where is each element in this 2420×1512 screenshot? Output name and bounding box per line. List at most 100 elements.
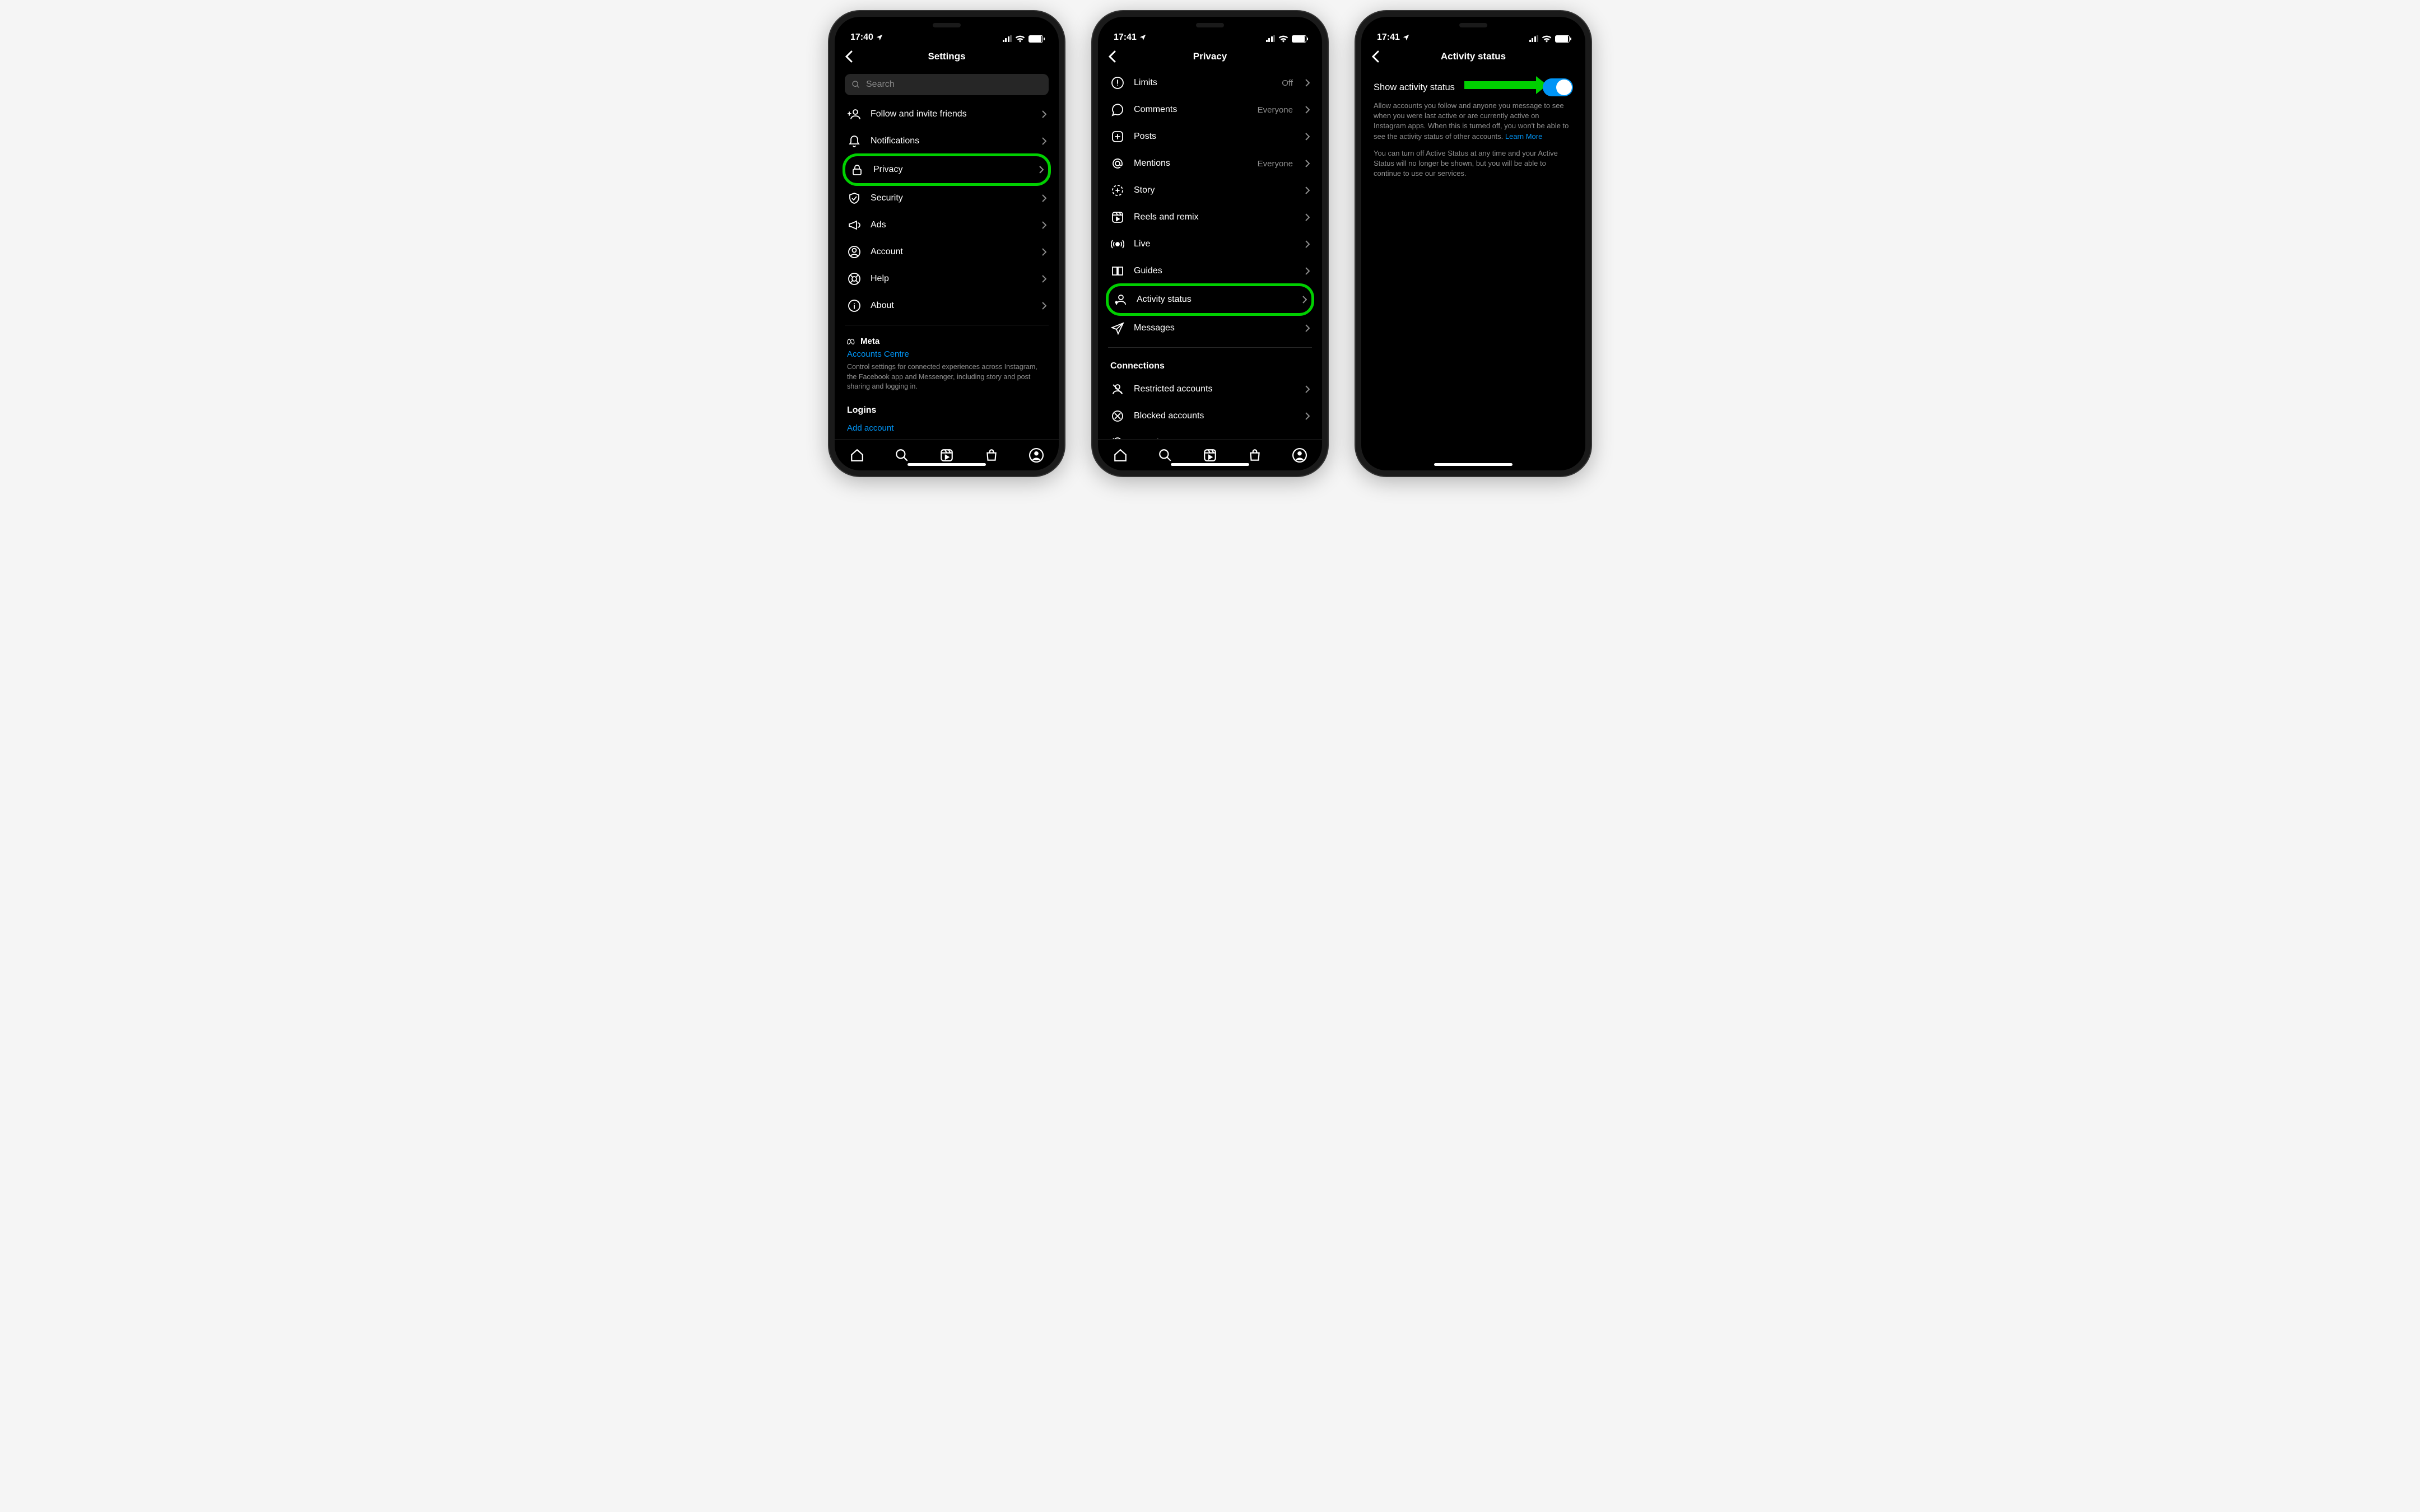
- tab-profile[interactable]: [1029, 448, 1044, 463]
- live-icon: [1110, 237, 1125, 251]
- add-account-link[interactable]: Add account: [843, 420, 1051, 440]
- chevron-right-icon: [1305, 412, 1310, 420]
- chevron-right-icon: [1042, 302, 1046, 310]
- row-muted[interactable]: Muted accounts: [1106, 430, 1314, 439]
- activity-toggle[interactable]: [1543, 78, 1573, 96]
- chevron-right-icon: [1042, 194, 1046, 202]
- home-indicator[interactable]: [908, 463, 986, 466]
- tab-reels[interactable]: [1203, 448, 1217, 463]
- story-icon: [1110, 184, 1125, 197]
- home-indicator[interactable]: [1434, 463, 1513, 466]
- tab-profile[interactable]: [1292, 448, 1307, 463]
- tab-shop[interactable]: [984, 448, 999, 463]
- toggle-row-activity: Show activity status: [1369, 69, 1577, 101]
- muted-icon: [1110, 436, 1125, 439]
- notch: [1165, 17, 1255, 34]
- row-blocked[interactable]: Blocked accounts: [1106, 403, 1314, 430]
- cellular-icon: [1529, 35, 1539, 42]
- wifi-icon: [1278, 35, 1288, 43]
- page-title: Privacy: [1193, 51, 1227, 62]
- phone-activity-status: 17:41 Activity status Show activity stat…: [1356, 11, 1591, 476]
- clock: 17:40: [850, 32, 873, 43]
- battery-icon: [1555, 35, 1570, 43]
- row-posts[interactable]: Posts: [1106, 123, 1314, 150]
- meta-logo: Meta: [847, 337, 1046, 346]
- row-comments[interactable]: Comments Everyone: [1106, 96, 1314, 123]
- chevron-right-icon: [1302, 296, 1307, 304]
- home-indicator[interactable]: [1171, 463, 1249, 466]
- back-button[interactable]: [1108, 50, 1116, 63]
- annotation-arrow: [1464, 81, 1537, 89]
- at-icon: [1110, 157, 1125, 170]
- chevron-right-icon: [1042, 110, 1046, 118]
- lock-icon: [850, 163, 864, 176]
- row-mentions[interactable]: Mentions Everyone: [1106, 150, 1314, 177]
- chevron-right-icon: [1042, 275, 1046, 283]
- search-input[interactable]: Search: [845, 74, 1049, 95]
- lifebuoy-icon: [847, 272, 862, 286]
- chevron-right-icon: [1305, 385, 1310, 393]
- chevron-right-icon: [1305, 240, 1310, 248]
- send-icon: [1110, 321, 1125, 335]
- row-follow-invite[interactable]: Follow and invite friends: [843, 101, 1051, 128]
- row-help[interactable]: Help: [843, 265, 1051, 292]
- row-restricted[interactable]: Restricted accounts: [1106, 376, 1314, 403]
- reels-icon: [1110, 211, 1125, 224]
- chevron-right-icon: [1305, 267, 1310, 275]
- chevron-right-icon: [1042, 221, 1046, 229]
- meta-block: Meta Accounts Centre Control settings fo…: [843, 331, 1051, 398]
- chevron-right-icon: [1042, 248, 1046, 256]
- meta-caption: Control settings for connected experienc…: [847, 362, 1046, 392]
- chevron-right-icon: [1305, 160, 1310, 167]
- toggle-label: Show activity status: [1374, 82, 1455, 93]
- back-button[interactable]: [845, 50, 853, 63]
- row-limits[interactable]: Limits Off: [1106, 69, 1314, 96]
- tab-search[interactable]: [1158, 448, 1172, 463]
- row-security[interactable]: Security: [843, 185, 1051, 212]
- chevron-right-icon: [1305, 133, 1310, 141]
- activity-desc-1: Allow accounts you follow and anyone you…: [1369, 101, 1577, 148]
- wifi-icon: [1542, 35, 1552, 43]
- phone-privacy: 17:41 Privacy Limits Off Comments Everyo…: [1092, 11, 1328, 476]
- tab-search[interactable]: [895, 448, 909, 463]
- tab-home[interactable]: [850, 448, 864, 463]
- row-ads[interactable]: Ads: [843, 212, 1051, 239]
- learn-more-link[interactable]: Learn More: [1505, 132, 1542, 141]
- cellular-icon: [1266, 35, 1276, 42]
- restricted-icon: [1110, 382, 1125, 396]
- row-activity-status[interactable]: Activity status: [1106, 283, 1314, 316]
- page-title: Settings: [928, 51, 965, 62]
- back-button[interactable]: [1371, 50, 1379, 63]
- comment-icon: [1110, 103, 1125, 116]
- invite-icon: [847, 108, 862, 121]
- cellular-icon: [1003, 35, 1012, 42]
- tab-reels[interactable]: [939, 448, 954, 463]
- chevron-right-icon: [1305, 79, 1310, 87]
- phone-settings: 17:40 Settings Search Follow and invite …: [829, 11, 1064, 476]
- limits-icon: [1110, 76, 1125, 90]
- accounts-centre-link[interactable]: Accounts Centre: [847, 349, 1046, 359]
- row-live[interactable]: Live: [1106, 231, 1314, 258]
- row-about[interactable]: About: [843, 292, 1051, 319]
- location-icon: [1139, 34, 1147, 41]
- row-notifications[interactable]: Notifications: [843, 128, 1051, 155]
- header: Privacy: [1098, 44, 1322, 69]
- row-guides[interactable]: Guides: [1106, 258, 1314, 284]
- clock: 17:41: [1114, 32, 1137, 43]
- row-account[interactable]: Account: [843, 239, 1051, 265]
- shield-icon: [847, 192, 862, 205]
- activity-icon: [1113, 293, 1128, 306]
- clock: 17:41: [1377, 32, 1400, 43]
- row-messages[interactable]: Messages: [1106, 315, 1314, 342]
- location-icon: [876, 34, 883, 41]
- user-circle-icon: [847, 245, 862, 259]
- row-story[interactable]: Story: [1106, 177, 1314, 204]
- battery-icon: [1028, 35, 1043, 43]
- meta-icon: [847, 338, 857, 345]
- row-reels[interactable]: Reels and remix: [1106, 204, 1314, 231]
- guides-icon: [1110, 264, 1125, 278]
- header: Settings: [835, 44, 1059, 69]
- tab-home[interactable]: [1113, 448, 1128, 463]
- tab-shop[interactable]: [1248, 448, 1262, 463]
- row-privacy[interactable]: Privacy: [843, 153, 1051, 186]
